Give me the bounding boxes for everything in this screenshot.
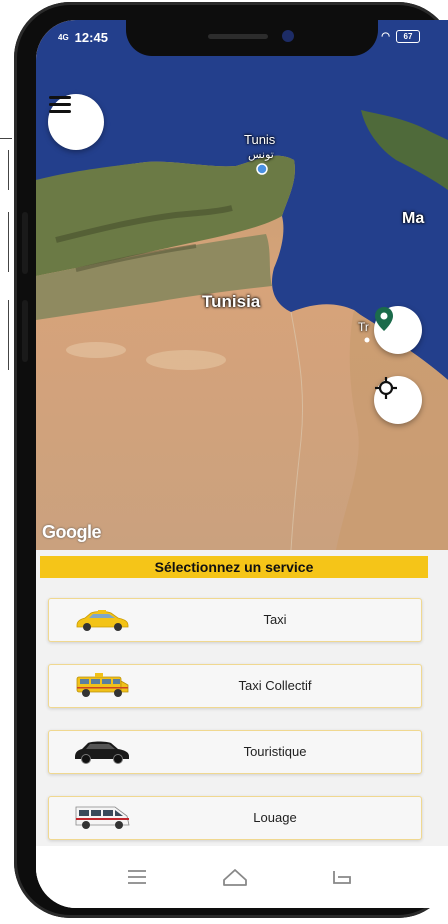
decorative-line [8, 300, 9, 370]
map-label-tunis-arabic: تونس [248, 149, 274, 161]
side-button [22, 300, 28, 362]
yellow-minivan-icon [76, 673, 129, 697]
camera-notch [126, 20, 378, 56]
nav-back-icon[interactable] [326, 862, 356, 892]
menu-button[interactable] [48, 94, 104, 150]
network-indicator: 4G [58, 33, 69, 42]
map-label-malta: Ma [402, 210, 425, 227]
decorative-line [8, 212, 9, 272]
white-van-icon [75, 806, 130, 829]
service-option-taxi-collectif[interactable]: Taxi Collectif [48, 664, 422, 708]
yellow-taxi-icon [76, 610, 129, 631]
service-label: Touristique [243, 744, 307, 759]
nav-menu-icon[interactable] [122, 862, 152, 892]
phone-screen: Tunis تونس Tunisia Ma Tr Google 4G 12:45… [36, 20, 448, 908]
status-time: 12:45 [74, 30, 108, 45]
map-label-tripoli: Tr [358, 320, 369, 334]
service-option-taxi[interactable]: Taxi [48, 598, 422, 642]
my-location-button[interactable] [374, 376, 422, 424]
front-camera [282, 30, 294, 42]
speaker-grille [208, 34, 268, 39]
nav-home-icon[interactable] [220, 862, 250, 892]
map-pin-icon [375, 307, 393, 331]
decorative-line [8, 150, 9, 190]
service-option-touristique[interactable]: Touristique [48, 730, 422, 774]
battery-icon: 67 [396, 30, 420, 43]
service-option-louage[interactable]: Louage [48, 796, 422, 840]
service-panel-title: Sélectionnez un service [40, 556, 428, 578]
satellite-map-graphic [36, 20, 448, 550]
map-label-tunisia: Tunisia [202, 292, 261, 311]
service-label: Taxi [263, 612, 287, 627]
black-suv-icon [75, 741, 129, 764]
map-label-tunis: Tunis [244, 132, 276, 147]
system-nav-bar [36, 846, 448, 908]
google-attribution: Google [42, 522, 102, 542]
hamburger-menu-icon [49, 96, 71, 113]
place-marker-button[interactable] [374, 306, 422, 354]
service-label: Taxi Collectif [238, 678, 312, 693]
map-view[interactable]: Tunis تونس Tunisia Ma Tr Google [36, 20, 448, 550]
side-button [22, 212, 28, 274]
service-label: Louage [253, 810, 297, 825]
my-location-icon [375, 377, 397, 399]
decorative-line [0, 138, 12, 139]
wifi-icon: ◠ [381, 31, 390, 42]
